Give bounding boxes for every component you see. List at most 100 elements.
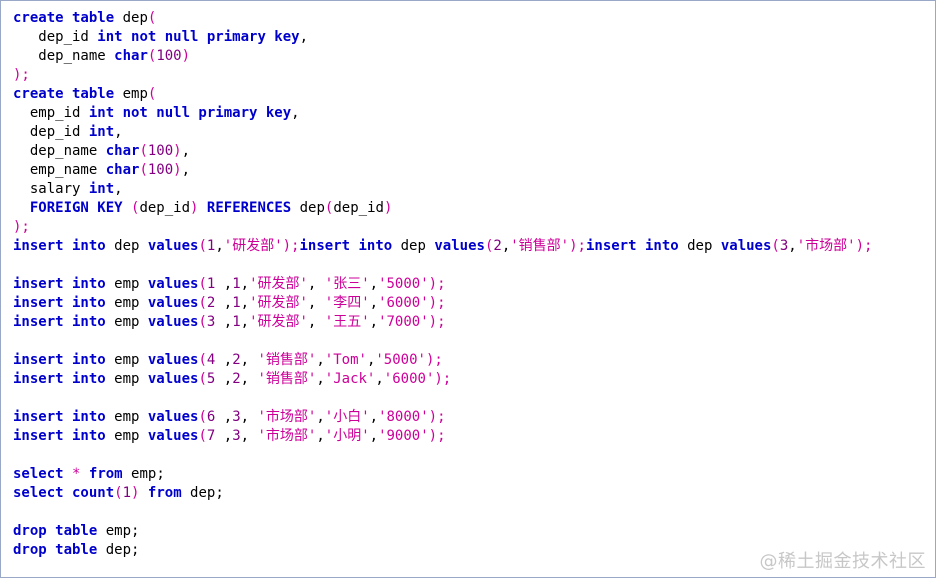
code-token-fn: dep_name	[13, 143, 106, 159]
code-token-op: (	[771, 238, 780, 254]
code-line: emp_name char(100),	[13, 161, 872, 180]
code-line: insert into emp values(5 ,2, '销售部','Jack…	[13, 370, 872, 389]
code-token-num: 2	[232, 352, 241, 368]
code-token-kw: create table	[13, 86, 115, 102]
code-token-op: );	[569, 238, 586, 254]
code-line: create table dep(	[13, 9, 872, 28]
code-token-op: )	[181, 48, 191, 64]
code-token-kw: REFERENCES	[206, 200, 292, 216]
code-token-num: 1	[232, 295, 241, 311]
code-token-fn: dep_name	[13, 48, 115, 64]
code-line: insert into emp values(2 ,1,'研发部', '李四',…	[13, 294, 872, 313]
code-line: insert into emp values(7 ,3, '市场部','小明',…	[13, 427, 872, 446]
code-token-fn	[123, 200, 131, 216]
code-token-num: 100	[147, 143, 174, 159]
code-token-num: 1	[206, 276, 224, 292]
code-token-punc: ,	[316, 409, 325, 425]
code-token-num: 7	[206, 428, 224, 444]
code-token-fn: emp	[105, 352, 148, 368]
code-token-fn: dep	[114, 10, 148, 26]
code-token-op: (	[198, 352, 207, 368]
code-token-kw: int not null primary key	[97, 29, 300, 45]
code-token-op: );	[428, 314, 446, 330]
code-line: dep_name char(100),	[13, 142, 872, 161]
code-token-op: (	[147, 10, 157, 26]
code-line: );	[13, 218, 872, 237]
code-token-fn: emp;	[122, 466, 165, 482]
code-token-kw: values	[147, 276, 199, 292]
code-editor[interactable]: create table dep( dep_id int not null pr…	[0, 0, 936, 578]
code-token-fn	[64, 466, 72, 482]
code-token-punc: ,	[307, 314, 325, 330]
code-line: insert into emp values(4 ,2, '销售部','Tom'…	[13, 351, 872, 370]
code-token-str: '小白'	[324, 409, 370, 425]
code-token-num: 6	[206, 409, 224, 425]
code-token-punc: ,	[181, 143, 191, 159]
code-token-str: '张三'	[324, 276, 370, 292]
code-token-kw: values	[147, 314, 199, 330]
code-token-kw: values	[720, 238, 772, 254]
code-token-fn: emp	[105, 295, 148, 311]
code-token-num: 2	[493, 238, 502, 254]
code-token-num: 4	[206, 352, 224, 368]
code-line: );	[13, 66, 872, 85]
code-token-op: )	[173, 162, 182, 178]
code-token-punc: ,	[240, 295, 250, 311]
code-token-punc: ,	[223, 276, 233, 292]
code-token-kw: values	[147, 238, 199, 254]
code-token-op: (	[139, 143, 148, 159]
code-token-str: '5000'	[378, 276, 429, 292]
code-token-str: '李四'	[324, 295, 370, 311]
code-token-str: 'Tom'	[324, 352, 367, 368]
code-token-kw: values	[147, 428, 199, 444]
code-token-fn: dep	[392, 238, 435, 254]
code-token-kw: create table	[13, 10, 115, 26]
code-content[interactable]: create table dep( dep_id int not null pr…	[13, 9, 872, 560]
code-line: drop table dep;	[13, 541, 872, 560]
code-token-op: )	[383, 200, 393, 216]
code-token-kw: insert into	[13, 276, 106, 292]
code-token-fn: dep	[105, 238, 148, 254]
code-token-kw: char	[105, 143, 140, 159]
code-token-kw: int	[88, 124, 115, 140]
code-token-kw: insert into	[13, 295, 106, 311]
code-token-fn	[80, 466, 88, 482]
code-token-punc: ,	[307, 276, 325, 292]
code-token-num: 5	[206, 371, 224, 387]
code-token-num: 3	[206, 314, 224, 330]
code-token-str: '研发部'	[223, 238, 283, 254]
code-token-fn: dep;	[97, 542, 140, 558]
code-token-punc: ,	[369, 428, 379, 444]
code-line: insert into emp values(1 ,1,'研发部', '张三',…	[13, 275, 872, 294]
code-token-kw: int	[88, 181, 115, 197]
code-token-op: );	[13, 67, 30, 83]
code-token-op: (	[114, 485, 123, 501]
code-line: FOREIGN KEY (dep_id) REFERENCES dep(dep_…	[13, 199, 872, 218]
code-token-kw: select	[13, 466, 64, 482]
code-token-punc: ,	[114, 181, 123, 197]
code-token-str: '7000'	[378, 314, 429, 330]
code-token-fn: salary	[13, 181, 89, 197]
code-token-fn: emp	[105, 409, 148, 425]
code-token-op: (	[139, 162, 148, 178]
code-token-punc: ,	[223, 314, 233, 330]
code-token-punc: ,	[240, 371, 258, 387]
code-token-fn: dep	[678, 238, 721, 254]
code-token-op: (	[198, 428, 207, 444]
code-token-punc: ,	[223, 409, 233, 425]
code-token-fn: emp	[105, 276, 148, 292]
code-token-num: 1	[122, 485, 132, 501]
code-token-op: (	[198, 276, 207, 292]
code-token-fn: emp	[105, 371, 148, 387]
code-token-num: 2	[232, 371, 241, 387]
code-token-punc: ,	[316, 352, 325, 368]
code-token-fn: dep_id	[139, 200, 191, 216]
code-token-punc: ,	[375, 371, 384, 387]
code-token-fn: emp_id	[13, 105, 89, 121]
code-token-fn: emp_name	[13, 162, 106, 178]
code-token-str: 'Jack'	[324, 371, 376, 387]
code-token-str: '市场部'	[796, 238, 856, 254]
code-token-op: );	[428, 276, 446, 292]
